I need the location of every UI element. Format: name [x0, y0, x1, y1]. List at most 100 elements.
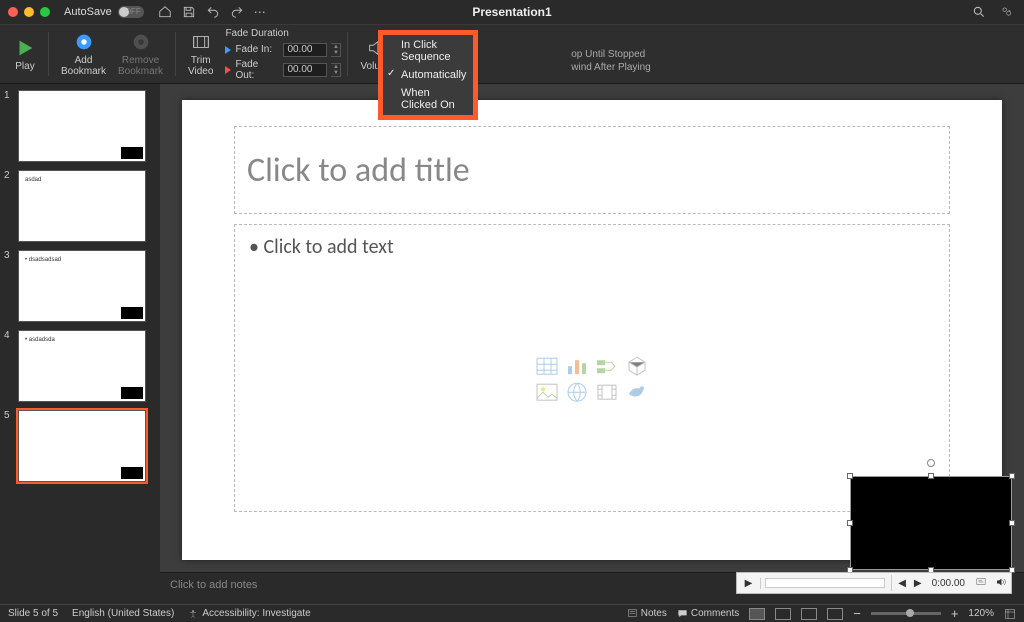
fade-duration-label: Fade Duration	[225, 28, 341, 39]
search-icon[interactable]	[972, 5, 986, 19]
ribbon: Play Add Bookmark Remove Bookmark Trim V…	[0, 24, 1024, 84]
remove-bookmark-label: Remove Bookmark	[118, 55, 163, 77]
status-bar: Slide 5 of 5 English (United States) Acc…	[0, 604, 1024, 622]
dropdown-item-in-click-sequence[interactable]: In Click Sequence	[383, 36, 473, 66]
resize-handle[interactable]	[1009, 473, 1015, 479]
fade-out-icon	[225, 66, 231, 74]
slide-canvas-area: Click to add title • Click to add text	[160, 84, 1024, 604]
add-bookmark-button[interactable]: Add Bookmark	[55, 29, 112, 79]
slide-thumbnail-2[interactable]: asdad	[18, 170, 146, 242]
reading-view-button[interactable]	[801, 608, 817, 620]
insert-cameo-icon[interactable]	[625, 380, 649, 400]
comments-icon	[677, 608, 688, 619]
body-placeholder[interactable]: • Click to add text	[234, 224, 950, 512]
slide[interactable]: Click to add title • Click to add text	[182, 100, 1002, 560]
trim-video-button[interactable]: Trim Video	[182, 29, 219, 79]
slide-counter[interactable]: Slide 5 of 5	[8, 608, 58, 619]
slide-thumbnail-panel[interactable]: 1 2asdad 3• dsadsadsad 4• asdadsda 5	[0, 84, 160, 604]
fade-in-label: Fade In:	[235, 44, 279, 55]
fade-out-input[interactable]: 00.00	[283, 63, 327, 77]
window-controls	[8, 7, 50, 17]
qat-more-icon[interactable]: ⋯	[254, 5, 266, 19]
slide-thumbnail-4[interactable]: • asdadsda	[18, 330, 146, 402]
notes-toggle[interactable]: Notes	[627, 608, 667, 619]
thumb-number: 5	[4, 410, 14, 482]
sorter-view-button[interactable]	[775, 608, 791, 620]
share-icon[interactable]	[1000, 5, 1014, 19]
fit-to-window-button[interactable]	[1004, 608, 1016, 620]
slide-stage[interactable]: Click to add title • Click to add text	[160, 84, 1024, 572]
fade-in-input[interactable]: 00.00	[283, 43, 327, 57]
resize-handle[interactable]	[847, 520, 853, 526]
media-volume-button[interactable]	[991, 576, 1011, 591]
play-button[interactable]: Play	[8, 35, 42, 74]
slide-thumbnail-5[interactable]	[18, 410, 146, 482]
media-seek-track[interactable]	[765, 578, 885, 588]
zoom-slider[interactable]	[871, 612, 941, 615]
thumb-number: 2	[4, 170, 14, 242]
accessibility-icon	[188, 609, 198, 619]
accessibility-indicator[interactable]: Accessibility: Investigate	[188, 608, 310, 619]
resize-handle[interactable]	[928, 473, 934, 479]
fade-out-label: Fade Out:	[235, 59, 279, 81]
media-skip-back-button[interactable]: ◀	[894, 578, 910, 589]
dropdown-item-when-clicked-on[interactable]: When Clicked On	[383, 84, 473, 114]
fade-out-stepper[interactable]: ▲▼	[331, 63, 341, 77]
insert-video-icon[interactable]	[595, 380, 619, 400]
save-icon[interactable]	[182, 5, 196, 19]
rewind-label: wind After Playing	[571, 62, 651, 73]
fade-duration-group: Fade Duration Fade In: 00.00 ▲▼ Fade Out…	[225, 28, 341, 81]
insert-smartart-icon[interactable]	[595, 354, 619, 374]
zoom-in-button[interactable]: +	[951, 606, 959, 621]
trim-video-label: Trim Video	[188, 55, 213, 77]
thumb-number: 4	[4, 330, 14, 402]
document-title: Presentation1	[0, 5, 1024, 19]
play-label: Play	[15, 61, 34, 72]
minimize-window-icon[interactable]	[24, 7, 34, 17]
start-dropdown-menu: In Click Sequence Automatically When Cli…	[378, 30, 478, 120]
title-placeholder[interactable]: Click to add title	[234, 126, 950, 214]
autosave-switch[interactable]: OFF	[118, 6, 144, 18]
rotate-handle-icon[interactable]	[927, 459, 935, 467]
language-indicator[interactable]: English (United States)	[72, 608, 174, 619]
remove-bookmark-button: Remove Bookmark	[112, 29, 169, 79]
close-window-icon[interactable]	[8, 7, 18, 17]
thumb-number: 1	[4, 90, 14, 162]
insert-online-picture-icon[interactable]	[565, 380, 589, 400]
quick-access-toolbar: ⋯	[158, 5, 266, 19]
content-insert-icons[interactable]	[535, 354, 649, 400]
undo-icon[interactable]	[206, 5, 220, 19]
dropdown-item-automatically[interactable]: Automatically	[383, 66, 473, 84]
thumb-number: 3	[4, 250, 14, 322]
fade-in-icon	[225, 46, 231, 54]
media-play-button[interactable]: ▶	[737, 578, 761, 589]
body-placeholder-text: • Click to add text	[249, 235, 935, 259]
zoom-percent[interactable]: 120%	[968, 608, 994, 619]
redo-icon[interactable]	[230, 5, 244, 19]
media-control-strip: ▶ ◀ ▶ 0:00.00	[736, 572, 1012, 594]
normal-view-button[interactable]	[749, 608, 765, 620]
home-icon[interactable]	[158, 5, 172, 19]
resize-handle[interactable]	[1009, 520, 1015, 526]
notes-icon	[627, 608, 638, 619]
media-captions-button[interactable]	[971, 577, 991, 590]
slideshow-view-button[interactable]	[827, 608, 843, 620]
media-skip-fwd-button[interactable]: ▶	[910, 578, 926, 589]
zoom-out-button[interactable]: −	[853, 606, 861, 621]
fade-in-stepper[interactable]: ▲▼	[331, 43, 341, 57]
loop-label: op Until Stopped	[571, 49, 645, 60]
insert-table-icon[interactable]	[535, 354, 559, 374]
insert-picture-icon[interactable]	[535, 380, 559, 400]
slide-thumbnail-1[interactable]	[18, 90, 146, 162]
autosave-toggle[interactable]: AutoSave OFF	[64, 6, 144, 18]
insert-chart-icon[interactable]	[565, 354, 589, 374]
insert-3d-icon[interactable]	[625, 354, 649, 374]
autosave-label: AutoSave	[64, 6, 112, 18]
slide-thumbnail-3[interactable]: • dsadsadsad	[18, 250, 146, 322]
workspace: 1 2asdad 3• dsadsadsad 4• asdadsda 5 Cli…	[0, 84, 1024, 604]
comments-toggle[interactable]: Comments	[677, 608, 739, 619]
add-bookmark-label: Add Bookmark	[61, 55, 106, 77]
fullscreen-window-icon[interactable]	[40, 7, 50, 17]
resize-handle[interactable]	[847, 473, 853, 479]
video-object[interactable]	[850, 476, 1012, 570]
